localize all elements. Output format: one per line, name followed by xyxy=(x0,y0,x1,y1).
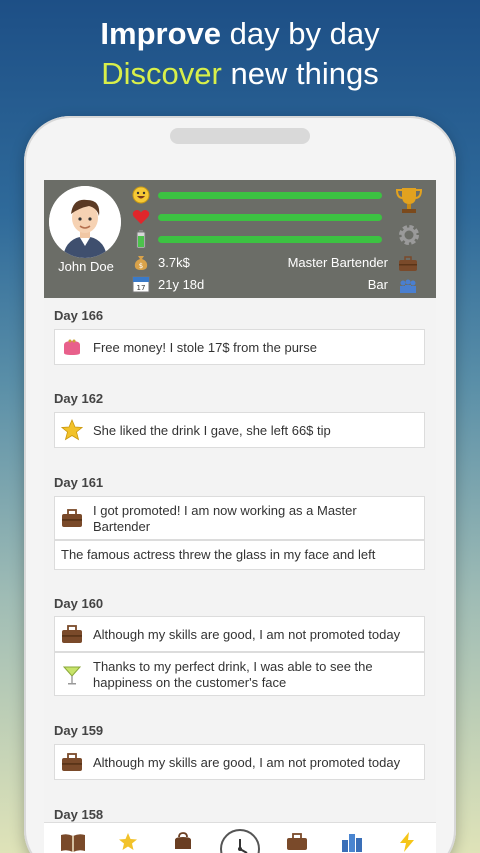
event-text: Although my skills are good, I am not pr… xyxy=(93,627,401,642)
briefcase-icon xyxy=(62,753,82,771)
cocktail-icon xyxy=(62,666,82,685)
health-bar xyxy=(158,214,382,221)
money-bag-icon: $ xyxy=(134,256,148,270)
event-text: She liked the drink I gave, she left 66$… xyxy=(93,423,331,438)
event-card[interactable]: Thanks to my perfect drink, I was able t… xyxy=(54,652,425,696)
event-card[interactable]: The famous actress threw the glass in my… xyxy=(54,540,425,570)
day-label: Day 159 xyxy=(54,723,104,738)
phone-speaker xyxy=(170,128,310,144)
headline-rest: day by day xyxy=(221,16,380,51)
calendar-icon: 17 xyxy=(132,276,150,293)
star-icon[interactable] xyxy=(117,831,139,853)
money-value: 3.7k$ xyxy=(158,255,190,270)
trophy-icon[interactable] xyxy=(396,186,422,214)
event-card[interactable]: I got promoted! I am now working as a Ma… xyxy=(54,496,425,540)
star-icon xyxy=(61,419,83,441)
briefcase-icon xyxy=(62,509,82,527)
svg-text:$: $ xyxy=(139,262,143,270)
city-icon[interactable] xyxy=(341,831,363,853)
book-icon[interactable] xyxy=(60,831,86,853)
day-label: Day 166 xyxy=(54,308,104,323)
headline-line-2: Discover new things xyxy=(0,56,480,92)
bag-icon[interactable] xyxy=(172,831,194,853)
place-name: Bar xyxy=(367,277,388,292)
lightning-icon[interactable] xyxy=(396,831,418,853)
energy-bar xyxy=(158,236,382,243)
briefcase-icon[interactable] xyxy=(286,831,308,853)
briefcase-icon xyxy=(399,256,417,271)
event-card[interactable]: She liked the drink I gave, she left 66$… xyxy=(54,412,425,448)
phone-frame: John Doe $ 3.7k$ 17 21y 18d Master Barte… xyxy=(24,116,456,853)
headline-accent: Discover xyxy=(101,56,222,91)
people-icon xyxy=(400,279,416,293)
purse-icon xyxy=(64,339,80,355)
player-header: John Doe $ 3.7k$ 17 21y 18d Master Barte… xyxy=(44,180,436,298)
event-card[interactable]: Although my skills are good, I am not pr… xyxy=(54,616,425,652)
headline-line-1: Improve day by day xyxy=(0,16,480,52)
energy-icon xyxy=(132,230,150,248)
event-card[interactable]: Free money! I stole 17$ from the purse xyxy=(54,329,425,365)
event-text: I got promoted! I am now working as a Ma… xyxy=(93,503,357,534)
health-icon xyxy=(132,208,150,226)
briefcase-icon xyxy=(62,625,82,643)
svg-text:17: 17 xyxy=(137,284,146,292)
day-label: Day 158 xyxy=(54,807,104,822)
headline-rest-2: new things xyxy=(221,56,379,91)
happiness-bar xyxy=(158,192,382,199)
avatar[interactable] xyxy=(49,186,121,258)
event-text: Free money! I stole 17$ from the purse xyxy=(93,340,317,355)
event-text: Although my skills are good, I am not pr… xyxy=(93,755,401,770)
day-label: Day 160 xyxy=(54,596,104,611)
bottom-navigation xyxy=(44,822,436,853)
event-feed[interactable]: Day 166 Free money! I stole 17$ from the… xyxy=(44,298,436,853)
headline-bold: Improve xyxy=(100,16,222,51)
clock-icon[interactable] xyxy=(220,829,260,853)
event-card[interactable]: Although my skills are good, I am not pr… xyxy=(54,744,425,780)
player-name: John Doe xyxy=(58,259,114,274)
event-text: The famous actress threw the glass in my… xyxy=(61,547,376,562)
job-title: Master Bartender xyxy=(287,255,388,270)
day-label: Day 161 xyxy=(54,475,104,490)
happiness-icon xyxy=(132,186,150,204)
age-value: 21y 18d xyxy=(158,277,205,292)
gear-icon[interactable] xyxy=(396,222,422,248)
day-label: Day 162 xyxy=(54,391,104,406)
event-text: Thanks to my perfect drink, I was able t… xyxy=(93,659,373,690)
app-screen: John Doe $ 3.7k$ 17 21y 18d Master Barte… xyxy=(44,180,436,853)
